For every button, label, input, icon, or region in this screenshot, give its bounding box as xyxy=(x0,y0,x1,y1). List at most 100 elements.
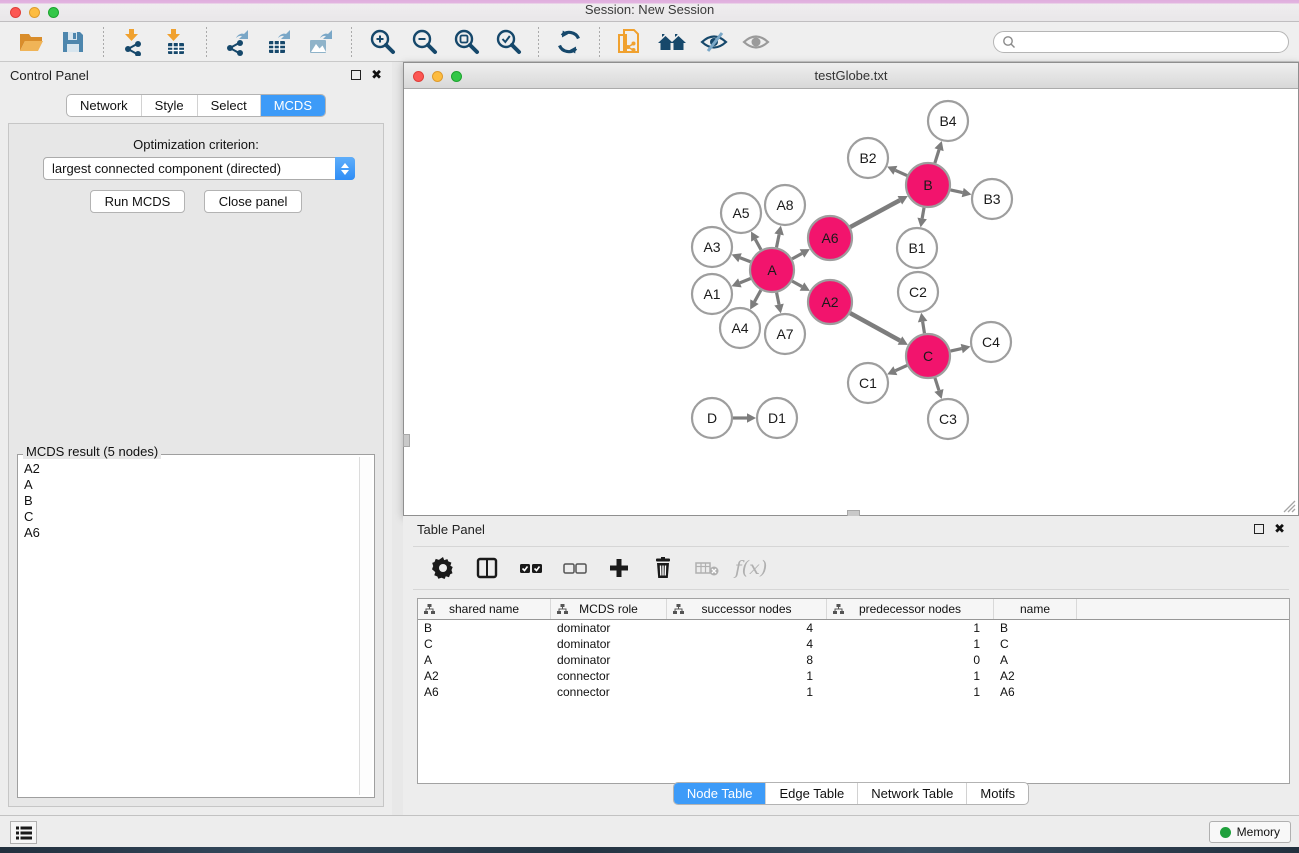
mcds-result-scrollbar[interactable] xyxy=(359,457,372,795)
network-edge-A-A4[interactable] xyxy=(750,290,761,309)
export-image-icon[interactable] xyxy=(304,25,338,59)
column-header-shared-name[interactable]: shared name xyxy=(418,599,551,619)
column-header-predecessor-nodes[interactable]: predecessor nodes xyxy=(827,599,994,619)
open-session-icon[interactable] xyxy=(14,25,48,59)
network-node-B4[interactable]: B4 xyxy=(928,101,968,141)
document-network-icon[interactable] xyxy=(613,25,647,59)
network-node-A4[interactable]: A4 xyxy=(720,308,760,348)
network-node-D[interactable]: D xyxy=(692,398,732,438)
network-node-C3[interactable]: C3 xyxy=(928,399,968,439)
column-header-successor-nodes[interactable]: successor nodes xyxy=(667,599,827,619)
tab-select[interactable]: Select xyxy=(197,95,260,116)
network-canvas[interactable]: B4B2BB3A8A5A6A3B1AC2A1A2A4A7C4CC1C3DD1 xyxy=(404,89,1298,515)
eye-icon[interactable] xyxy=(739,25,773,59)
task-list-button[interactable] xyxy=(10,821,37,844)
gear-icon[interactable] xyxy=(426,551,460,585)
function-fx-icon[interactable]: f(x) xyxy=(734,551,768,585)
network-node-A7[interactable]: A7 xyxy=(765,314,805,354)
network-edge-A-A2[interactable] xyxy=(792,281,810,291)
table-row[interactable]: Cdominator41C xyxy=(418,636,1289,652)
network-edge-A-A7[interactable] xyxy=(774,293,783,314)
mcds-result-item[interactable]: A6 xyxy=(24,525,358,541)
run-mcds-button[interactable]: Run MCDS xyxy=(90,190,186,213)
tab-network-table[interactable]: Network Table xyxy=(857,783,966,804)
column-header-MCDS-role[interactable]: MCDS role xyxy=(551,599,667,619)
network-edge-C-C1[interactable] xyxy=(887,365,907,375)
column-header-name[interactable]: name xyxy=(994,599,1077,619)
unchecked-boxes-icon[interactable] xyxy=(558,551,592,585)
network-node-B3[interactable]: B3 xyxy=(972,179,1012,219)
network-edge-A-A1[interactable] xyxy=(731,278,750,287)
network-node-A6[interactable]: A6 xyxy=(808,216,852,260)
network-window-titlebar[interactable]: testGlobe.txt xyxy=(404,63,1298,89)
columns-icon[interactable] xyxy=(470,551,504,585)
mcds-result-item[interactable]: C xyxy=(24,509,358,525)
network-edge-A2-C[interactable] xyxy=(850,313,908,345)
table-row[interactable]: Adominator80A xyxy=(418,652,1289,668)
mcds-result-item[interactable]: A2 xyxy=(24,461,358,477)
tab-mcds[interactable]: MCDS xyxy=(260,95,325,116)
search-field[interactable] xyxy=(993,31,1289,53)
network-node-A[interactable]: A xyxy=(750,248,794,292)
checked-boxes-icon[interactable] xyxy=(514,551,548,585)
tab-motifs[interactable]: Motifs xyxy=(966,783,1028,804)
tab-node-table[interactable]: Node Table xyxy=(674,783,766,804)
network-node-A3[interactable]: A3 xyxy=(692,227,732,267)
network-close-icon[interactable] xyxy=(413,71,424,82)
network-node-A2[interactable]: A2 xyxy=(808,280,852,324)
close-panel-icon[interactable]: ✖ xyxy=(371,70,382,80)
network-edge-B-B3[interactable] xyxy=(950,188,971,197)
network-edge-B-B4[interactable] xyxy=(934,141,943,163)
mcds-result-item[interactable]: B xyxy=(24,493,358,509)
network-node-B2[interactable]: B2 xyxy=(848,138,888,178)
network-node-A1[interactable]: A1 xyxy=(692,274,732,314)
houses-icon[interactable] xyxy=(655,25,689,59)
network-node-C2[interactable]: C2 xyxy=(898,272,938,312)
table-row[interactable]: Bdominator41B xyxy=(418,620,1289,636)
left-splitter-handle[interactable] xyxy=(403,434,410,447)
network-edge-C-C4[interactable] xyxy=(950,344,970,353)
zoom-in-icon[interactable] xyxy=(365,25,399,59)
close-table-panel-icon[interactable]: ✖ xyxy=(1274,524,1285,534)
table-row[interactable]: A2connector11A2 xyxy=(418,668,1289,684)
network-edge-A-A6[interactable] xyxy=(792,249,810,259)
table-row[interactable]: A6connector11A6 xyxy=(418,684,1289,700)
save-session-icon[interactable] xyxy=(56,25,90,59)
export-table-icon[interactable] xyxy=(262,25,296,59)
network-edge-D-D1[interactable] xyxy=(733,413,756,423)
network-edge-A6-B[interactable] xyxy=(850,196,908,227)
trash-icon[interactable] xyxy=(646,551,680,585)
export-network-icon[interactable] xyxy=(220,25,254,59)
memory-button[interactable]: Memory xyxy=(1209,821,1291,843)
network-node-C1[interactable]: C1 xyxy=(848,363,888,403)
tab-edge-table[interactable]: Edge Table xyxy=(765,783,857,804)
network-edge-A-A5[interactable] xyxy=(751,231,761,249)
table-delete-icon[interactable] xyxy=(690,551,724,585)
network-edge-B-B2[interactable] xyxy=(887,166,907,176)
network-edge-B-B1[interactable] xyxy=(917,208,926,228)
close-panel-button[interactable]: Close panel xyxy=(204,190,303,213)
close-window-icon[interactable] xyxy=(10,7,21,18)
float-table-panel-icon[interactable] xyxy=(1254,524,1264,534)
import-network-icon[interactable] xyxy=(117,25,151,59)
zoom-selected-icon[interactable] xyxy=(491,25,525,59)
network-node-D1[interactable]: D1 xyxy=(757,398,797,438)
search-input[interactable] xyxy=(1017,35,1288,49)
tab-style[interactable]: Style xyxy=(141,95,197,116)
network-node-C[interactable]: C xyxy=(906,334,950,378)
import-table-icon[interactable] xyxy=(159,25,193,59)
network-edge-C-C3[interactable] xyxy=(934,378,943,399)
network-edge-A-A8[interactable] xyxy=(774,226,783,248)
network-node-B[interactable]: B xyxy=(906,163,950,207)
network-edge-C-C2[interactable] xyxy=(918,313,927,334)
network-node-B1[interactable]: B1 xyxy=(897,228,937,268)
mcds-result-item[interactable]: A xyxy=(24,477,358,493)
zoom-out-icon[interactable] xyxy=(407,25,441,59)
zoom-fit-icon[interactable] xyxy=(449,25,483,59)
tab-network[interactable]: Network xyxy=(67,95,141,116)
eye-slash-icon[interactable] xyxy=(697,25,731,59)
refresh-icon[interactable] xyxy=(552,25,586,59)
network-node-A5[interactable]: A5 xyxy=(721,193,761,233)
resize-grip-icon[interactable] xyxy=(1280,497,1296,513)
network-minimize-icon[interactable] xyxy=(432,71,443,82)
